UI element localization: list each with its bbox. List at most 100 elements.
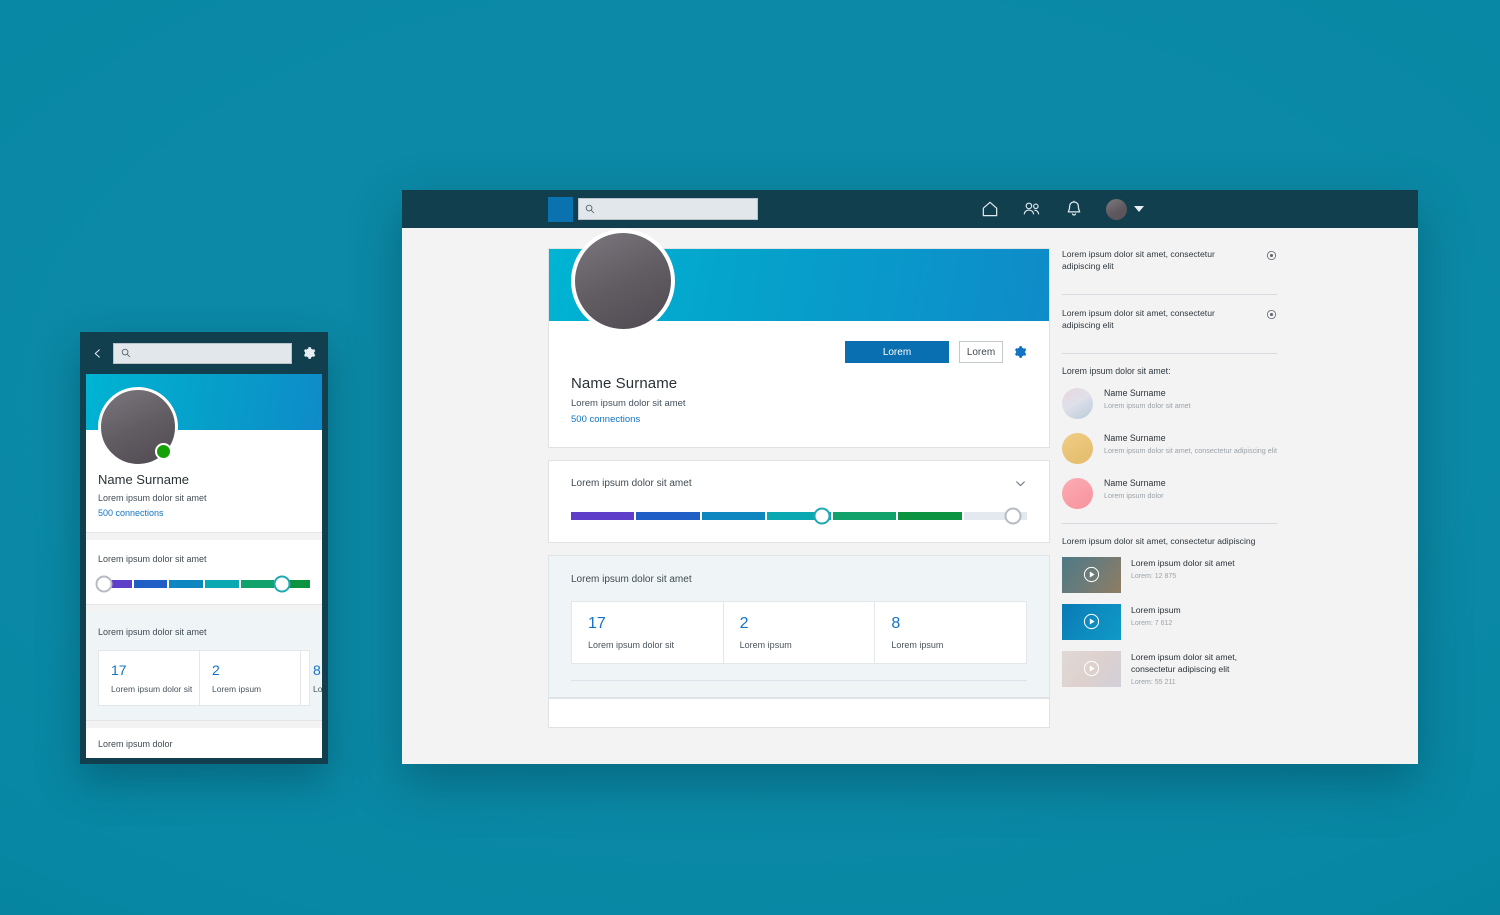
play-circle-icon	[1083, 567, 1100, 583]
stat-value: 8	[891, 615, 901, 632]
slider-segment	[133, 580, 168, 588]
mobile-search-field[interactable]	[113, 342, 292, 364]
mobile-topbar	[86, 332, 322, 374]
stat-value: 17	[111, 662, 127, 678]
stat-label: Lorem ipsum dolor sit	[111, 684, 193, 694]
stat-item[interactable]: 17 Lorem ipsum dolor sit	[572, 602, 724, 663]
avatar-menu-button[interactable]	[1106, 198, 1144, 220]
search-input[interactable]	[599, 204, 749, 214]
avatar	[1106, 198, 1127, 220]
person-name: Name Surname	[1104, 387, 1166, 398]
slider-card: Lorem ipsum dolor sit amet	[548, 460, 1050, 543]
promo-item[interactable]: Lorem ipsum dolor sit amet, consectetur …	[1062, 248, 1277, 283]
chevron-left-icon[interactable]	[92, 347, 103, 360]
promo-text: Lorem ipsum dolor sit amet, consectetur …	[1062, 249, 1215, 272]
search-icon	[121, 348, 131, 358]
stat-item[interactable]: 17 Lorem ipsum dolor sit	[99, 651, 200, 705]
play-circle-icon	[1083, 614, 1100, 630]
list-item[interactable]: Lorem ipsum dolor sit amet, consectetur …	[1062, 650, 1277, 687]
secondary-action-button[interactable]: Lorem	[959, 341, 1003, 363]
slider-segment	[205, 580, 239, 588]
mobile-footer-card: Lorem ipsum dolor	[86, 728, 322, 758]
stat-label: Lorem ipsum dolor sit	[588, 640, 675, 650]
right-sidebar: Lorem ipsum dolor sit amet, consectetur …	[1062, 248, 1277, 698]
stat-label: Lorem ipsum	[212, 684, 262, 694]
video-meta: Lorem: 7 612	[1131, 619, 1173, 627]
video-title: Lorem ipsum dolor sit amet	[1131, 557, 1235, 568]
slider-knob-secondary[interactable]	[273, 575, 291, 593]
profile-avatar[interactable]	[571, 229, 675, 333]
online-status-dot	[155, 443, 172, 460]
promo-item[interactable]: Lorem ipsum dolor sit amet, consectetur …	[1062, 307, 1277, 342]
slider-segment	[636, 512, 700, 520]
footer-title: Lorem ipsum dolor	[98, 739, 173, 749]
list-item[interactable]: Name Surname Lorem ipsum dolor sit amet	[1062, 387, 1277, 419]
stat-value: 2	[212, 662, 220, 678]
stat-item[interactable]: 8 Lorem ipsum	[875, 602, 1026, 663]
primary-action-button[interactable]: Lorem	[845, 341, 949, 363]
mobile-bottom-nav	[98, 749, 310, 758]
stat-value: 2	[739, 615, 749, 632]
video-title: Lorem ipsum dolor sit amet, consectetur …	[1131, 651, 1238, 674]
stat-label: Lorem ipsum	[739, 640, 792, 650]
profile-connections-link[interactable]: 500 connections	[98, 508, 310, 518]
stat-label: Lorem ipsum	[891, 640, 944, 650]
mobile-slider-card: Lorem ipsum dolor sit amet	[86, 540, 322, 605]
radio-target-icon[interactable]	[1266, 309, 1277, 320]
stat-label: Lorem ipsum	[313, 684, 322, 694]
slider-knob-primary[interactable]	[95, 575, 113, 593]
slider-knob-secondary[interactable]	[1004, 507, 1022, 525]
divider	[1062, 352, 1277, 354]
people-icon[interactable]	[1022, 199, 1042, 219]
profile-headline: Lorem ipsum dolor sit amet	[571, 398, 686, 409]
chevron-down-icon[interactable]	[1014, 477, 1027, 490]
search-icon	[585, 204, 595, 214]
slider-knob-primary[interactable]	[813, 507, 831, 525]
slider-title: Lorem ipsum dolor sit amet	[98, 554, 207, 564]
profile-avatar[interactable]	[98, 387, 178, 467]
mobile-profile-card: Name Surname Lorem ipsum dolor sit amet …	[86, 387, 322, 533]
slider-segment	[832, 512, 897, 520]
mobile-search-input[interactable]	[135, 348, 275, 358]
progress-slider[interactable]	[571, 507, 1027, 525]
stats-row: 17 Lorem ipsum dolor sit 2 Lorem ipsum 8…	[571, 601, 1027, 664]
divider	[1062, 522, 1277, 524]
gear-icon[interactable]	[1013, 345, 1027, 359]
video-thumbnail[interactable]	[1062, 650, 1121, 687]
video-meta: Lorem: 55 211	[1131, 678, 1176, 686]
list-item[interactable]: Name Surname Lorem ipsum dolor sit amet,…	[1062, 432, 1277, 464]
search-field[interactable]	[578, 198, 758, 220]
stat-value: 17	[588, 615, 606, 632]
people-heading: Lorem ipsum dolor sit amet:	[1062, 365, 1171, 376]
stat-item[interactable]: 8 Lorem ipsum	[301, 651, 322, 705]
video-thumbnail[interactable]	[1062, 603, 1121, 640]
person-subtitle: Lorem ipsum dolor	[1104, 490, 1164, 500]
progress-slider[interactable]	[95, 575, 311, 593]
slider-segment	[240, 580, 275, 588]
mobile-stats-card: Lorem ipsum dolor sit amet 17 Lorem ipsu…	[86, 612, 322, 721]
gear-icon[interactable]	[302, 346, 316, 360]
person-subtitle: Lorem ipsum dolor sit amet, consectetur …	[1104, 445, 1277, 455]
home-icon[interactable]	[980, 199, 1000, 219]
square-logo-icon[interactable]	[548, 196, 573, 222]
list-item[interactable]: Lorem ipsum Lorem: 7 612	[1062, 603, 1277, 640]
person-name: Name Surname	[1104, 477, 1166, 488]
video-meta: Lorem: 12 875	[1131, 572, 1177, 580]
list-item[interactable]: Lorem ipsum dolor sit amet Lorem: 12 875	[1062, 556, 1277, 593]
stat-item[interactable]: 2 Lorem ipsum	[200, 651, 301, 705]
slider-segment	[898, 512, 962, 520]
avatar	[1062, 432, 1093, 464]
desktop-window: Lorem Lorem Name Surname Lorem ipsum dol…	[402, 190, 1418, 764]
videos-heading: Lorem ipsum dolor sit amet, consectetur …	[1062, 535, 1256, 546]
profile-connections-link[interactable]: 500 connections	[571, 414, 1027, 425]
video-thumbnail[interactable]	[1062, 556, 1121, 593]
list-item[interactable]: Name Surname Lorem ipsum dolor	[1062, 477, 1277, 509]
radio-target-icon[interactable]	[1266, 250, 1277, 261]
stat-item[interactable]: 2 Lorem ipsum	[724, 602, 876, 663]
chevron-down-icon	[1134, 206, 1144, 212]
stats-title: Lorem ipsum dolor sit amet	[98, 627, 207, 637]
desktop-topbar	[402, 190, 1418, 228]
person-subtitle: Lorem ipsum dolor sit amet	[1104, 400, 1191, 410]
bell-icon[interactable]	[1064, 199, 1084, 219]
mobile-device-mockup: Name Surname Lorem ipsum dolor sit amet …	[80, 332, 328, 764]
